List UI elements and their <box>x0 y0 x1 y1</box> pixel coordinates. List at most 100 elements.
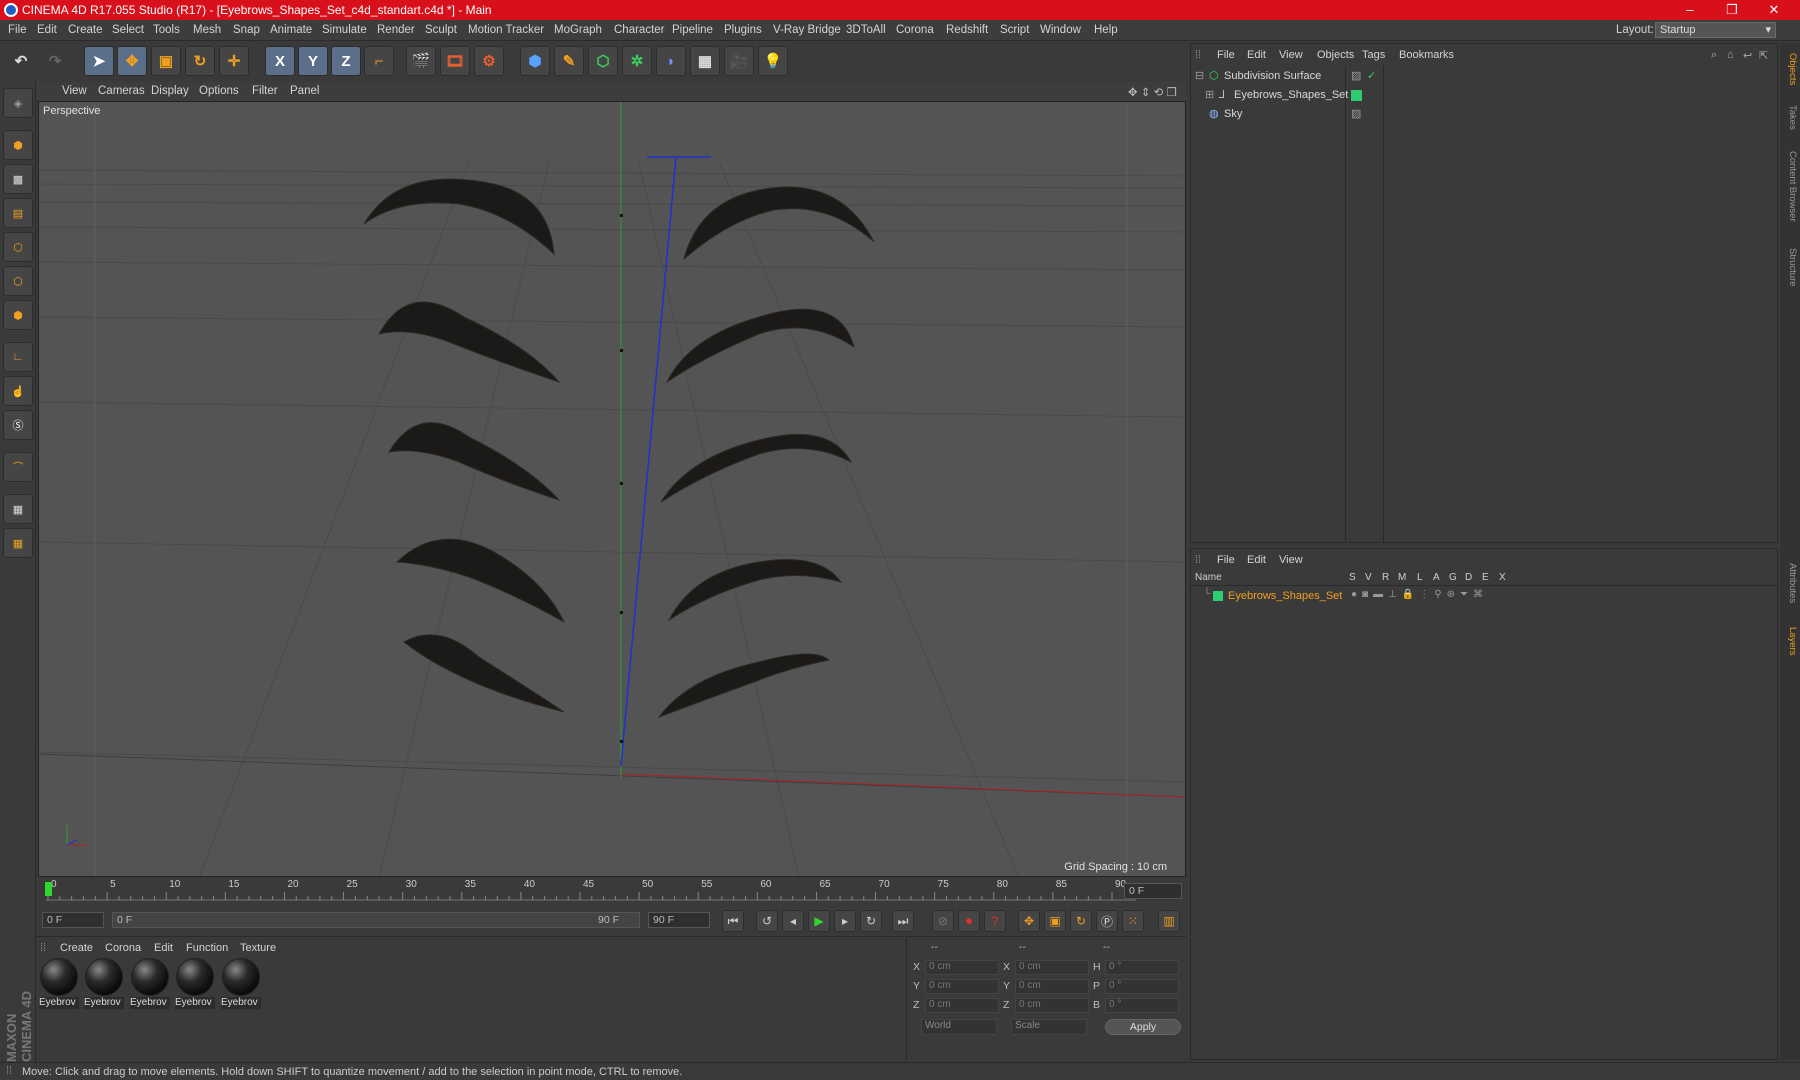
tweak-icon[interactable]: ☝ <box>3 376 33 406</box>
layout-dropdown[interactable]: Startup ▾ <box>1655 22 1776 38</box>
viewport-menu-options[interactable]: Options <box>199 85 239 97</box>
material-menu-texture[interactable]: Texture <box>240 942 276 954</box>
menu-redshift[interactable]: Redshift <box>946 24 988 36</box>
viewport-menu-display[interactable]: Display <box>151 85 189 97</box>
object-row-sky[interactable]: ◍ Sky ▨ <box>1191 106 1777 123</box>
tab-takes[interactable]: Takes <box>1782 99 1798 135</box>
menu-vray-bridge[interactable]: V-Ray Bridge <box>773 24 841 36</box>
material-menu-corona[interactable]: Corona <box>105 942 141 954</box>
current-frame-field[interactable]: 0 F <box>1124 883 1182 899</box>
live-selection-icon[interactable]: ➤ <box>84 46 114 76</box>
polygons-mode-icon[interactable]: ⬢ <box>3 300 33 330</box>
scale-icon[interactable]: ▣ <box>151 46 181 76</box>
position-y-field[interactable]: 0 cm <box>925 979 999 994</box>
pen-spline-icon[interactable]: ✎ <box>554 46 584 76</box>
solo-icon[interactable]: Ⓢ <box>3 410 33 440</box>
apply-button[interactable]: Apply <box>1105 1019 1181 1035</box>
tab-content-browser[interactable]: Content Browser <box>1782 141 1798 231</box>
object-menu-bookmarks[interactable]: Bookmarks <box>1399 49 1454 61</box>
previous-key-icon[interactable]: ↺ <box>756 910 778 932</box>
redo-icon[interactable]: ↷ <box>40 46 70 76</box>
go-to-end-icon[interactable]: ⏭ <box>892 910 914 932</box>
render-view-icon[interactable]: 🎬 <box>406 46 436 76</box>
column-a[interactable]: A <box>1433 572 1440 583</box>
column-d[interactable]: D <box>1465 572 1472 583</box>
column-m[interactable]: M <box>1398 572 1406 583</box>
keyframe-selection-icon[interactable]: ? <box>984 910 1006 932</box>
menu-help[interactable]: Help <box>1094 24 1118 36</box>
layer-color-swatch[interactable] <box>1213 591 1223 601</box>
layer-row[interactable]: └ Eyebrows_Shapes_Set ●◙▬⊥🔒⋮⚲⊛⏷⌘ <box>1191 588 1777 605</box>
menu-animate[interactable]: Animate <box>270 24 312 36</box>
menu-tools[interactable]: Tools <box>153 24 180 36</box>
floor-icon[interactable]: ▦ <box>690 46 720 76</box>
recent-tool-icon[interactable]: ✛ <box>219 46 249 76</box>
deformer-icon[interactable]: ◗ <box>656 46 686 76</box>
workplane-mode-icon[interactable]: ▤ <box>3 198 33 228</box>
menu-motion-tracker[interactable]: Motion Tracker <box>468 24 544 36</box>
minimize-button[interactable]: – <box>1670 1 1710 19</box>
object-menu-edit[interactable]: Edit <box>1247 49 1266 61</box>
timeline-ruler[interactable]: 0 5 10 15 20 25 30 35 40 45 50 55 60 65 70 75 80 85 90 0 F <box>36 878 1186 904</box>
menu-script[interactable]: Script <box>1000 24 1029 36</box>
key-rotation-icon[interactable]: ↻ <box>1070 910 1092 932</box>
menu-mograph[interactable]: MoGraph <box>554 24 602 36</box>
workplane-lock-icon[interactable]: ▦ <box>3 494 33 524</box>
menu-window[interactable]: Window <box>1040 24 1081 36</box>
position-x-field[interactable]: 0 cm <box>925 960 999 975</box>
autokey-icon[interactable]: ⏺ <box>958 910 980 932</box>
column-g[interactable]: G <box>1449 572 1457 583</box>
object-row-subdivision-surface[interactable]: ⊟ ⬡ Subdivision Surface ▨ ✓ <box>1191 68 1777 85</box>
make-editable-icon[interactable]: ◈ <box>3 88 33 118</box>
menu-edit[interactable]: Edit <box>37 24 57 36</box>
texture-mode-icon[interactable]: ▩ <box>3 164 33 194</box>
object-menu-tags[interactable]: Tags <box>1362 49 1385 61</box>
subdivision-surface-icon[interactable]: ⬡ <box>588 46 618 76</box>
render-picture-viewer-icon[interactable]: 🎞 <box>440 46 470 76</box>
coordinate-system-icon[interactable]: ⌐ <box>364 46 394 76</box>
record-keys-icon[interactable]: ⊘ <box>932 910 954 932</box>
rotate-icon[interactable]: ↻ <box>185 46 215 76</box>
column-v[interactable]: V <box>1365 572 1372 583</box>
undo-icon[interactable]: ↶ <box>6 46 36 76</box>
points-mode-icon[interactable]: ⬡ <box>3 232 33 262</box>
viewport-menu-view[interactable]: View <box>62 85 87 97</box>
key-pla-icon[interactable]: ⁙ <box>1122 910 1144 932</box>
next-key-icon[interactable]: ↻ <box>860 910 882 932</box>
key-position-icon[interactable]: ✥ <box>1018 910 1040 932</box>
camera-icon[interactable]: 🎥 <box>724 46 754 76</box>
move-icon[interactable]: ✥ <box>117 46 147 76</box>
playhead[interactable] <box>45 882 52 896</box>
back-icon[interactable]: ↩ <box>1743 49 1752 62</box>
viewport-menu-cameras[interactable]: Cameras <box>98 85 145 97</box>
start-frame-field[interactable]: 0 F <box>42 912 104 928</box>
enable-axis-icon[interactable]: ∟ <box>3 342 33 372</box>
close-button[interactable]: ✕ <box>1754 1 1794 19</box>
size-z-field[interactable]: 0 cm <box>1015 998 1089 1013</box>
render-settings-icon[interactable]: ⚙ <box>474 46 504 76</box>
menu-corona[interactable]: Corona <box>896 24 934 36</box>
menu-mesh[interactable]: Mesh <box>193 24 221 36</box>
layer-color-swatch[interactable] <box>1351 90 1362 101</box>
layer-menu-edit[interactable]: Edit <box>1247 554 1266 566</box>
timeline-window-icon[interactable]: ▥ <box>1158 910 1180 932</box>
tab-structure[interactable]: Structure <box>1782 239 1798 295</box>
collapse-icon[interactable]: ⊟ <box>1195 69 1204 82</box>
material-swatch[interactable]: Eyebrov <box>39 957 79 1011</box>
column-name[interactable]: Name <box>1195 572 1222 583</box>
z-axis-button[interactable]: Z <box>331 46 361 76</box>
object-menu-file[interactable]: File <box>1217 49 1235 61</box>
planar-workplane-icon[interactable]: ▦ <box>3 528 33 558</box>
edges-mode-icon[interactable]: ⬡ <box>3 266 33 296</box>
expand-icon[interactable]: ⊞ <box>1205 88 1214 101</box>
viewport-nav-icons[interactable]: ✥ ⇕ ⟲ ❐ <box>1128 85 1177 99</box>
play-icon[interactable]: ▶ <box>808 910 830 932</box>
menu-pipeline[interactable]: Pipeline <box>672 24 713 36</box>
menu-sculpt[interactable]: Sculpt <box>425 24 457 36</box>
maximize-button[interactable]: ❐ <box>1712 1 1752 19</box>
object-menu-objects[interactable]: Objects <box>1317 49 1354 61</box>
visibility-toggle-icon[interactable]: ▨ <box>1351 107 1361 120</box>
frame-range-slider[interactable]: 0 F 90 F <box>112 912 640 928</box>
layer-flag-icons[interactable]: ●◙▬⊥🔒⋮⚲⊛⏷⌘ <box>1351 589 1488 600</box>
material-swatch[interactable]: Eyebrov <box>84 957 124 1011</box>
